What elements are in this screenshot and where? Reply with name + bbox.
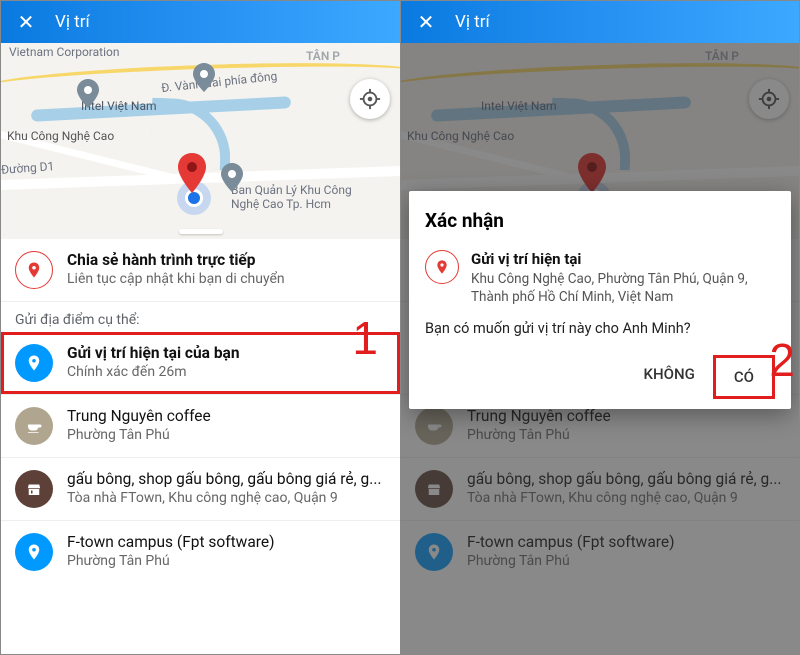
location-pin-icon <box>15 533 53 571</box>
map-pin-icon <box>77 79 99 109</box>
item-subtitle: Phường Tân Phú <box>67 427 211 443</box>
item-title: Gửi vị trí hiện tại của bạn <box>67 344 240 362</box>
share-live-row[interactable]: Chia sẻ hành trình trực tiếp Liên tục cậ… <box>1 239 400 302</box>
shop-icon <box>15 470 53 508</box>
close-icon[interactable]: ✕ <box>15 11 37 33</box>
dialog-yes-button[interactable]: CÓ <box>713 355 775 399</box>
map[interactable]: Vietnam Corporation TÂN P Đ. Vành đai ph… <box>1 43 400 239</box>
item-title: gấu bông, shop gấu bông, gấu bông giá rẻ… <box>67 470 382 488</box>
annotation-step1: 1 <box>352 311 378 365</box>
crosshair-icon <box>359 88 381 110</box>
close-icon[interactable]: ✕ <box>415 11 437 33</box>
map-pin-icon <box>221 163 243 193</box>
header: ✕ Vị trí <box>401 1 799 43</box>
item-subtitle: Chính xác đến 26m <box>67 364 240 380</box>
bottom-sheet: Chia sẻ hành trình trực tiếp Liên tục cậ… <box>1 239 400 583</box>
header: ✕ Vị trí <box>1 1 400 43</box>
list-item[interactable]: Trung Nguyên coffee Phường Tân Phú <box>1 395 400 458</box>
header-title: Vị trí <box>455 12 490 32</box>
map-label: Đường D1 <box>1 159 55 177</box>
phone-right: ✕ Vị trí TÂN P Intel Việt Nam Khu Công N… <box>400 1 799 654</box>
dialog-item-subtitle: Khu Công Nghệ Cao, Phường Tân Phú, Quận … <box>471 270 761 306</box>
dialog-question: Bạn có muốn gửi vị trí này cho Anh Minh? <box>425 320 775 337</box>
dialog-item-title: Gửi vị trí hiện tại <box>471 250 761 268</box>
section-label: Gửi địa điểm cụ thể: <box>1 302 400 332</box>
sheet-handle[interactable] <box>179 229 223 234</box>
screenshot-container: ✕ Vị trí Vietnam Corporation TÂN P Đ. Và… <box>0 0 800 655</box>
dialog-title: Xác nhận <box>425 209 775 232</box>
map-label: TÂN P <box>306 49 340 63</box>
confirm-dialog: Xác nhận Gửi vị trí hiện tại Khu Công Ng… <box>409 191 791 409</box>
list-item[interactable]: gấu bông, shop gấu bông, gấu bông giá rẻ… <box>1 458 400 521</box>
item-title: Trung Nguyên coffee <box>67 407 211 425</box>
map-pin-icon <box>193 63 215 93</box>
location-pin-icon <box>425 250 459 284</box>
item-subtitle: Phường Tân Phú <box>67 553 275 569</box>
main-marker-icon <box>178 153 206 193</box>
list-item[interactable]: F-town campus (Fpt software) Phường Tân … <box>1 521 400 583</box>
list-item-current-location[interactable]: Gửi vị trí hiện tại của bạn Chính xác đế… <box>1 332 400 395</box>
item-subtitle: Tòa nhà FTown, Khu công nghệ cao, Quận 9 <box>67 490 367 506</box>
header-title: Vị trí <box>55 12 90 32</box>
location-pin-icon <box>15 251 53 289</box>
share-live-subtitle: Liên tục cập nhật khi bạn di chuyển <box>67 271 285 287</box>
item-title: F-town campus (Fpt software) <box>67 533 275 551</box>
annotation-step2: 2 <box>769 333 795 387</box>
map-label: Ban Quản Lý Khu Công Nghệ Cao Tp. Hcm <box>231 183 381 212</box>
dialog-no-button[interactable]: KHÔNG <box>626 355 713 399</box>
coffee-icon <box>15 407 53 445</box>
map-label: Vietnam Corporation <box>9 45 119 59</box>
locate-button[interactable] <box>350 79 390 119</box>
share-live-title: Chia sẻ hành trình trực tiếp <box>67 251 285 269</box>
phone-left: ✕ Vị trí Vietnam Corporation TÂN P Đ. Và… <box>1 1 400 654</box>
location-pin-icon <box>15 344 53 382</box>
map-label: Khu Công Nghệ Cao <box>7 129 114 143</box>
